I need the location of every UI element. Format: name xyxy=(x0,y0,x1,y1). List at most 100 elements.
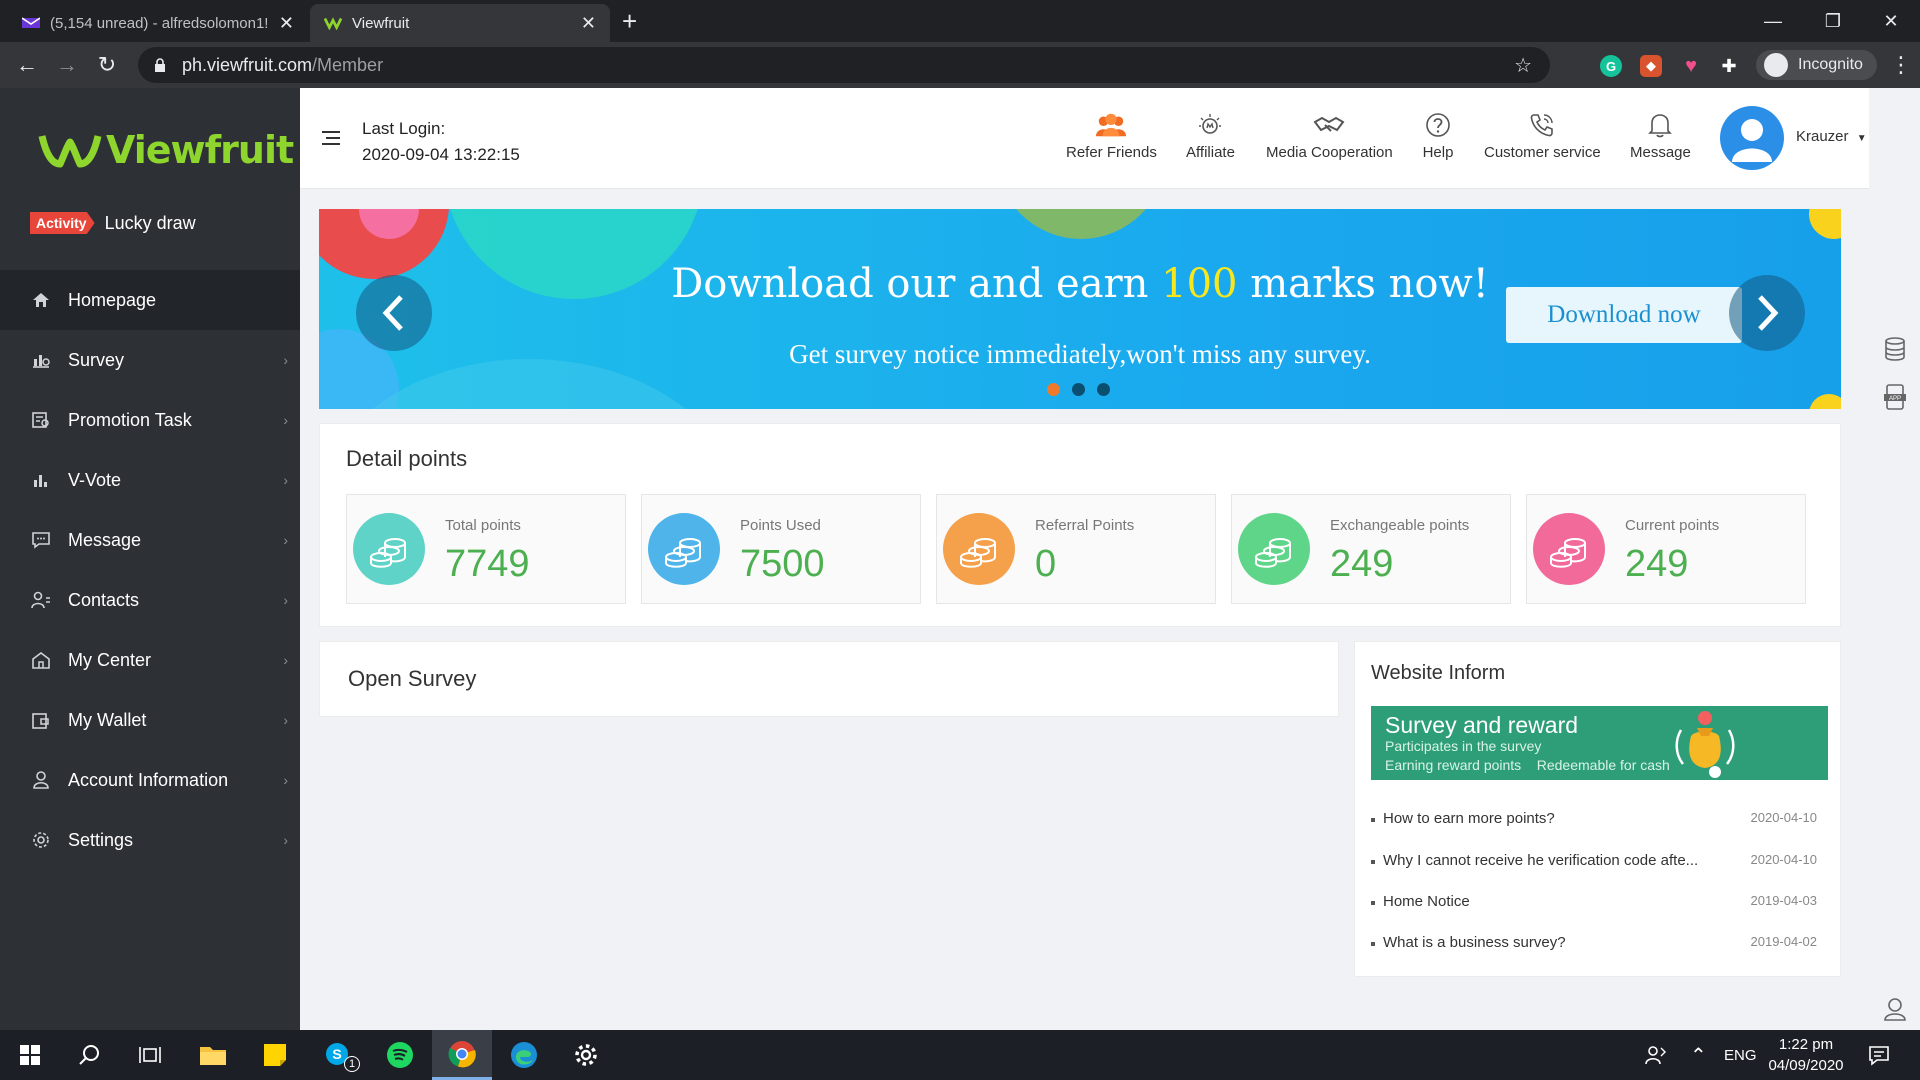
news-item[interactable]: Why I cannot receive he verification cod… xyxy=(1371,850,1831,890)
sidebar-item-account-information[interactable]: Account Information › xyxy=(0,750,300,810)
news-item[interactable]: What is a business survey? 2019-04-02 xyxy=(1371,932,1831,972)
browser-menu-icon[interactable]: ⋮ xyxy=(1890,52,1912,78)
close-tab-icon[interactable]: ✕ xyxy=(581,13,596,34)
avatar[interactable] xyxy=(1720,106,1784,170)
nav-media-cooperation[interactable]: Media Cooperation xyxy=(1266,110,1393,161)
windows-start-icon[interactable] xyxy=(0,1030,60,1080)
task-view-icon[interactable] xyxy=(120,1030,180,1080)
minimize-icon[interactable]: — xyxy=(1750,0,1796,42)
settings-gear-icon[interactable] xyxy=(556,1030,616,1080)
sidebar-item-homepage[interactable]: Homepage xyxy=(0,270,300,330)
sidebar-item-label: Settings xyxy=(68,829,134,850)
spotify-icon[interactable] xyxy=(370,1030,430,1080)
points-value: 7749 xyxy=(445,543,530,585)
new-tab-button[interactable]: + xyxy=(622,6,637,37)
user-support-icon[interactable] xyxy=(1882,996,1908,1022)
phone-icon xyxy=(1526,110,1558,140)
sidebar-menu: Homepage Survey › Promotion Task › V-Vot… xyxy=(0,270,300,870)
news-date: 2019-04-02 xyxy=(1750,934,1818,949)
help-icon xyxy=(1422,110,1454,140)
coins-icon xyxy=(1238,513,1310,585)
file-explorer-icon[interactable] xyxy=(183,1030,243,1080)
viewfruit-logo-icon xyxy=(38,135,102,168)
nav-customer-service[interactable]: Customer service xyxy=(1484,110,1601,161)
close-tab-icon[interactable]: ✕ xyxy=(279,13,294,34)
sticky-notes-icon[interactable] xyxy=(245,1030,305,1080)
viewfruit-logo[interactable]: Viewfruit xyxy=(38,128,294,172)
bullet xyxy=(1371,860,1375,864)
news-title[interactable]: What is a business survey? xyxy=(1383,934,1713,951)
news-title[interactable]: Home Notice xyxy=(1383,893,1713,910)
forward-arrow-icon[interactable]: → xyxy=(52,50,82,80)
heart-extension-icon[interactable]: ♥ xyxy=(1680,55,1702,77)
lucky-draw-link[interactable]: Activity Lucky draw xyxy=(30,212,196,234)
banner-next-button[interactable] xyxy=(1729,275,1805,351)
carousel-dot[interactable] xyxy=(1072,383,1085,396)
news-title[interactable]: Why I cannot receive he verification cod… xyxy=(1383,852,1713,869)
sidebar-item-v-vote[interactable]: V-Vote › xyxy=(0,450,300,510)
survey-reward-banner[interactable]: Survey and reward Participates in the su… xyxy=(1371,706,1828,780)
sidebar-item-my-wallet[interactable]: My Wallet › xyxy=(0,690,300,750)
menu-toggle-icon[interactable] xyxy=(322,130,340,146)
sidebar-item-message[interactable]: Message › xyxy=(0,510,300,570)
sidebar-item-settings[interactable]: Settings › xyxy=(0,810,300,870)
sidebar-item-my-center[interactable]: My Center › xyxy=(0,630,300,690)
carousel-dot[interactable] xyxy=(1047,383,1060,396)
nav-label: Help xyxy=(1422,144,1454,161)
people-icon[interactable] xyxy=(1645,1030,1667,1080)
star-bookmark-icon[interactable]: ☆ xyxy=(1514,53,1532,78)
chevron-right-icon: › xyxy=(283,772,288,788)
sidebar-item-promotion-task[interactable]: Promotion Task › xyxy=(0,390,300,450)
points-card-current: Current points 249 xyxy=(1526,494,1806,604)
browser-tab-mail[interactable]: (5,154 unread) - alfredsolomon1! ✕ xyxy=(8,4,308,42)
bullet xyxy=(1371,942,1375,946)
browser-tab-viewfruit[interactable]: Viewfruit ✕ xyxy=(310,4,610,42)
lock-icon xyxy=(155,58,165,72)
nav-refer-friends[interactable]: Refer Friends xyxy=(1066,110,1157,161)
chevron-right-icon xyxy=(1758,295,1779,331)
nav-message[interactable]: Message xyxy=(1630,110,1691,161)
app-download-icon[interactable]: APP xyxy=(1882,384,1908,410)
close-window-icon[interactable]: ✕ xyxy=(1868,0,1914,42)
back-arrow-icon[interactable]: ← xyxy=(12,50,42,80)
chevron-up-icon[interactable]: ⌃ xyxy=(1690,1030,1707,1080)
points-value: 0 xyxy=(1035,543,1057,585)
notifications-icon[interactable] xyxy=(1868,1030,1890,1080)
user-menu[interactable]: Krauzer ▼ xyxy=(1796,128,1867,145)
news-item[interactable]: Home Notice 2019-04-03 xyxy=(1371,891,1831,931)
grammarly-extension-icon[interactable]: G xyxy=(1600,55,1622,77)
reload-icon[interactable]: ↻ xyxy=(92,50,122,80)
extensions-puzzle-icon[interactable]: ✚ xyxy=(1718,55,1740,77)
nav-help[interactable]: Help xyxy=(1422,110,1454,161)
download-now-button[interactable]: Download now xyxy=(1506,287,1742,343)
nav-label: Customer service xyxy=(1484,144,1601,161)
database-icon[interactable] xyxy=(1882,336,1908,362)
news-item[interactable]: How to earn more points? 2020-04-10 xyxy=(1371,808,1831,848)
svg-text:S: S xyxy=(332,1046,341,1062)
news-date: 2020-04-10 xyxy=(1750,852,1818,867)
points-value: 249 xyxy=(1330,543,1394,585)
bell-icon xyxy=(1644,110,1676,140)
sidebar-item-survey[interactable]: Survey › xyxy=(0,330,300,390)
nav-affiliate[interactable]: Affiliate xyxy=(1186,110,1235,161)
incognito-indicator[interactable]: Incognito xyxy=(1756,50,1877,80)
skype-icon[interactable]: S 1 xyxy=(308,1030,368,1080)
search-icon[interactable] xyxy=(60,1030,120,1080)
news-date: 2019-04-03 xyxy=(1750,893,1818,908)
points-card-used: Points Used 7500 xyxy=(641,494,921,604)
carousel-dot[interactable] xyxy=(1097,383,1110,396)
edge-icon[interactable] xyxy=(494,1030,554,1080)
system-clock[interactable]: 1:22 pm 04/09/2020 xyxy=(1756,1034,1856,1076)
svg-text:APP: APP xyxy=(1889,396,1901,402)
sidebar-item-contacts[interactable]: Contacts › xyxy=(0,570,300,630)
language-indicator[interactable]: ENG xyxy=(1724,1030,1757,1080)
inform-banner-line2: Earning reward points Redeemable for cas… xyxy=(1385,757,1670,773)
nav-label: Media Cooperation xyxy=(1266,144,1393,161)
banner-title-post: marks now! xyxy=(1237,261,1489,307)
brave-extension-icon[interactable]: ◆ xyxy=(1640,55,1662,77)
browser-tab-bar: (5,154 unread) - alfredsolomon1! ✕ Viewf… xyxy=(0,0,1920,42)
news-title[interactable]: How to earn more points? xyxy=(1383,810,1713,827)
restore-icon[interactable]: ❐ xyxy=(1810,0,1856,42)
chrome-icon[interactable] xyxy=(432,1030,492,1080)
address-bar[interactable]: ph.viewfruit.com/Member ☆ xyxy=(138,47,1550,83)
